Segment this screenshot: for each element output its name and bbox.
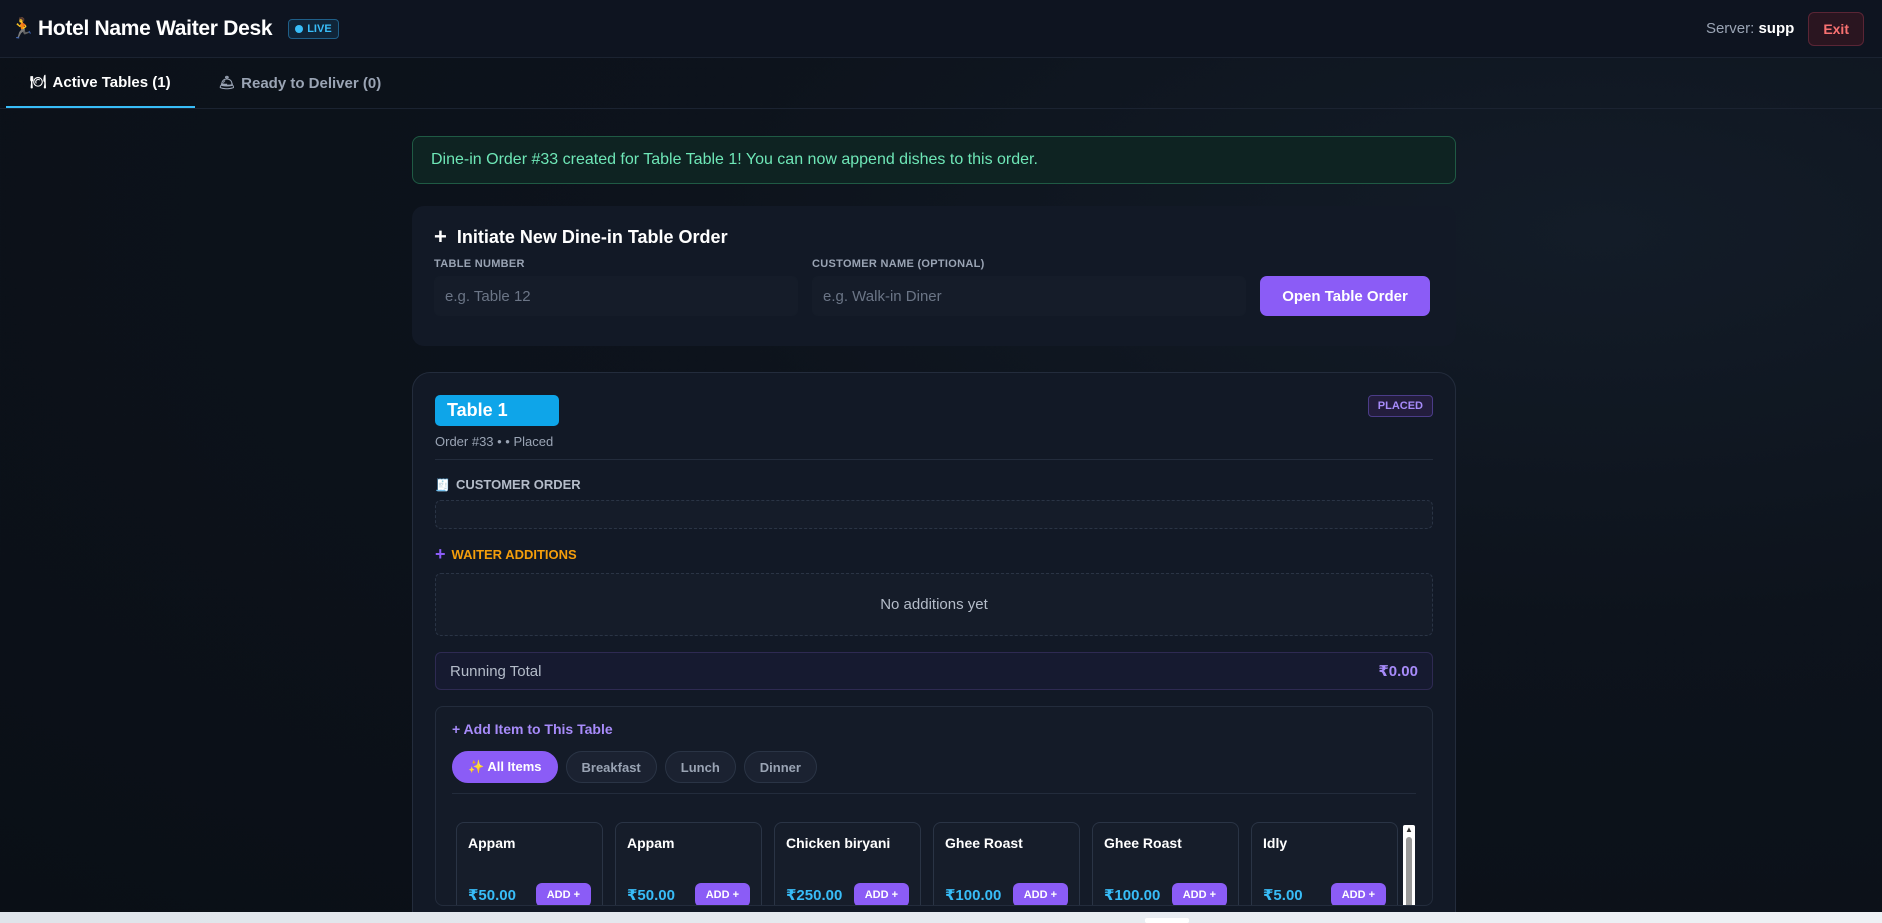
tab-active-tables[interactable]: 🍽 Active Tables (1) <box>6 58 195 108</box>
app-header: 🏃 Hotel Name Waiter Desk LIVE Server: su… <box>0 0 1882 58</box>
receipt-icon: 🧾 <box>435 477 450 492</box>
category-all-items[interactable]: ✨ All Items <box>452 751 558 783</box>
live-label: LIVE <box>307 22 332 35</box>
status-badge: PLACED <box>1367 395 1433 417</box>
customer-name-input[interactable] <box>812 276 1246 316</box>
table-number-input[interactable] <box>434 276 798 316</box>
plate-icon: 🍽 <box>30 74 47 89</box>
live-dot-icon <box>295 24 304 33</box>
add-item-button[interactable]: ADD + <box>853 883 909 905</box>
table-name-badge: Table 1 <box>435 395 559 426</box>
menu-item-name: Appam <box>468 835 516 851</box>
divider <box>435 459 1433 460</box>
open-table-order-button[interactable]: Open Table Order <box>1260 276 1430 316</box>
menu-item-footer: ₹100.00 ADD + <box>945 883 1068 905</box>
runner-icon: 🏃 <box>10 18 35 40</box>
cloche-icon: 🛎 <box>218 75 236 90</box>
main-content: Dine-in Order #33 created for Table Tabl… <box>412 136 1456 923</box>
menu-item-price: ₹100.00 <box>945 887 1002 904</box>
brand: 🏃 Hotel Name Waiter Desk LIVE <box>10 16 339 41</box>
header-right: Server: supp Exit <box>1706 11 1864 46</box>
menu-item-name: Idly <box>1263 835 1288 851</box>
plus-icon: + <box>435 544 446 564</box>
menu-item-footer: ₹50.00 ADD + <box>627 883 750 905</box>
menu-item: Appam ₹50.00 ADD + <box>615 822 762 905</box>
add-item-button[interactable]: ADD + <box>1012 883 1068 905</box>
customer-order-list <box>435 500 1433 529</box>
add-item-title[interactable]: + Add Item to This Table <box>452 721 1416 737</box>
new-order-title: + Initiate New Dine-in Table Order <box>434 226 1434 248</box>
new-order-form: TABLE NUMBER CUSTOMER NAME (OPTIONAL) Op… <box>434 258 1434 316</box>
horizontal-scrollbar[interactable] <box>0 912 1882 923</box>
new-order-title-text: Initiate New Dine-in Table Order <box>456 226 728 247</box>
server-info: Server: supp <box>1706 20 1794 37</box>
server-name: supp <box>1758 20 1795 37</box>
table-number-field-group: TABLE NUMBER <box>434 258 798 316</box>
customer-order-label: CUSTOMER ORDER <box>455 477 581 492</box>
menu-item: Ghee Roast ₹100.00 ADD + <box>933 822 1080 905</box>
menu-scrollbar[interactable]: ▲ <box>1403 825 1415 905</box>
success-alert: Dine-in Order #33 created for Table Tabl… <box>412 136 1456 184</box>
menu-item-price: ₹50.00 <box>468 887 516 904</box>
add-item-button[interactable]: ADD + <box>1330 883 1386 905</box>
app-title: Hotel Name Waiter Desk <box>38 16 273 40</box>
customer-name-label: CUSTOMER NAME (OPTIONAL) <box>812 258 985 270</box>
tab-bar: 🍽 Active Tables (1) 🛎 Ready to Deliver (… <box>0 58 1882 109</box>
menu-item-name: Ghee Roast <box>945 835 1023 851</box>
alert-message: Dine-in Order #33 created for Table Tabl… <box>431 151 1038 168</box>
menu-item-price: ₹100.00 <box>1104 887 1161 904</box>
menu-item: Appam ₹50.00 ADD + <box>456 822 603 905</box>
table-title-block: Table 1 Order #33 • • Placed <box>435 395 559 449</box>
menu-item-price: ₹250.00 <box>786 887 843 904</box>
table-order-card: Table 1 Order #33 • • Placed PLACED 🧾 CU… <box>412 372 1456 923</box>
category-lunch[interactable]: Lunch <box>664 751 736 783</box>
table-header: Table 1 Order #33 • • Placed PLACED <box>435 395 1433 449</box>
server-label: Server: <box>1705 20 1755 37</box>
menu-item-footer: ₹50.00 ADD + <box>468 883 591 905</box>
scroll-up-icon[interactable]: ▲ <box>1405 825 1413 834</box>
category-filter: ✨ All Items Breakfast Lunch Dinner <box>452 751 1416 794</box>
add-item-panel: + Add Item to This Table ✨ All Items Bre… <box>435 706 1433 906</box>
running-total: Running Total ₹0.00 <box>435 652 1433 690</box>
add-item-button[interactable]: ADD + <box>535 883 591 905</box>
waiter-additions-list: No additions yet <box>435 573 1433 636</box>
category-breakfast[interactable]: Breakfast <box>565 751 657 783</box>
plus-icon: + <box>434 224 447 249</box>
waiter-additions-heading: + WAITER ADDITIONS <box>435 544 1433 565</box>
live-badge: LIVE <box>288 18 339 39</box>
scroll-thumb[interactable] <box>1406 837 1412 905</box>
menu-item-name: Chicken biryani <box>786 835 891 851</box>
horizontal-scroll-thumb[interactable] <box>1145 918 1189 923</box>
tab-ready-to-deliver[interactable]: 🛎 Ready to Deliver (0) <box>195 58 406 108</box>
menu-item: Chicken biryani ₹250.00 ADD + <box>774 822 921 905</box>
menu-item-footer: ₹100.00 ADD + <box>1104 883 1227 905</box>
order-meta: Order #33 • • Placed <box>435 434 554 449</box>
tab-label: Active Tables (1) <box>52 73 171 91</box>
menu-item-name: Appam <box>627 835 675 851</box>
menu-item: Idly ₹5.00 ADD + <box>1251 822 1398 905</box>
category-dinner[interactable]: Dinner <box>743 751 817 783</box>
new-order-card: + Initiate New Dine-in Table Order TABLE… <box>412 206 1456 346</box>
no-additions-text: No additions yet <box>880 596 988 613</box>
menu-item-price: ₹50.00 <box>627 887 675 904</box>
menu-item-name: Ghee Roast <box>1104 835 1182 851</box>
menu-item-footer: ₹5.00 ADD + <box>1263 883 1386 905</box>
menu-item-footer: ₹250.00 ADD + <box>786 883 909 905</box>
menu-item: Ghee Roast ₹100.00 ADD + <box>1092 822 1239 905</box>
waiter-additions-label: WAITER ADDITIONS <box>451 547 577 562</box>
menu-item-price: ₹5.00 <box>1263 887 1303 904</box>
running-total-label: Running Total <box>450 662 542 680</box>
customer-order-heading: 🧾 CUSTOMER ORDER <box>435 477 1433 492</box>
tab-label: Ready to Deliver (0) <box>241 74 382 92</box>
customer-name-field-group: CUSTOMER NAME (OPTIONAL) <box>812 258 1246 316</box>
menu-item-grid: Appam ₹50.00 ADD + Appam ₹50.00 ADD + Ch… <box>452 822 1416 905</box>
running-total-value: ₹0.00 <box>1378 663 1418 680</box>
exit-button[interactable]: Exit <box>1808 11 1864 46</box>
add-item-button[interactable]: ADD + <box>694 883 750 905</box>
add-item-button[interactable]: ADD + <box>1171 883 1227 905</box>
table-number-label: TABLE NUMBER <box>434 258 525 270</box>
